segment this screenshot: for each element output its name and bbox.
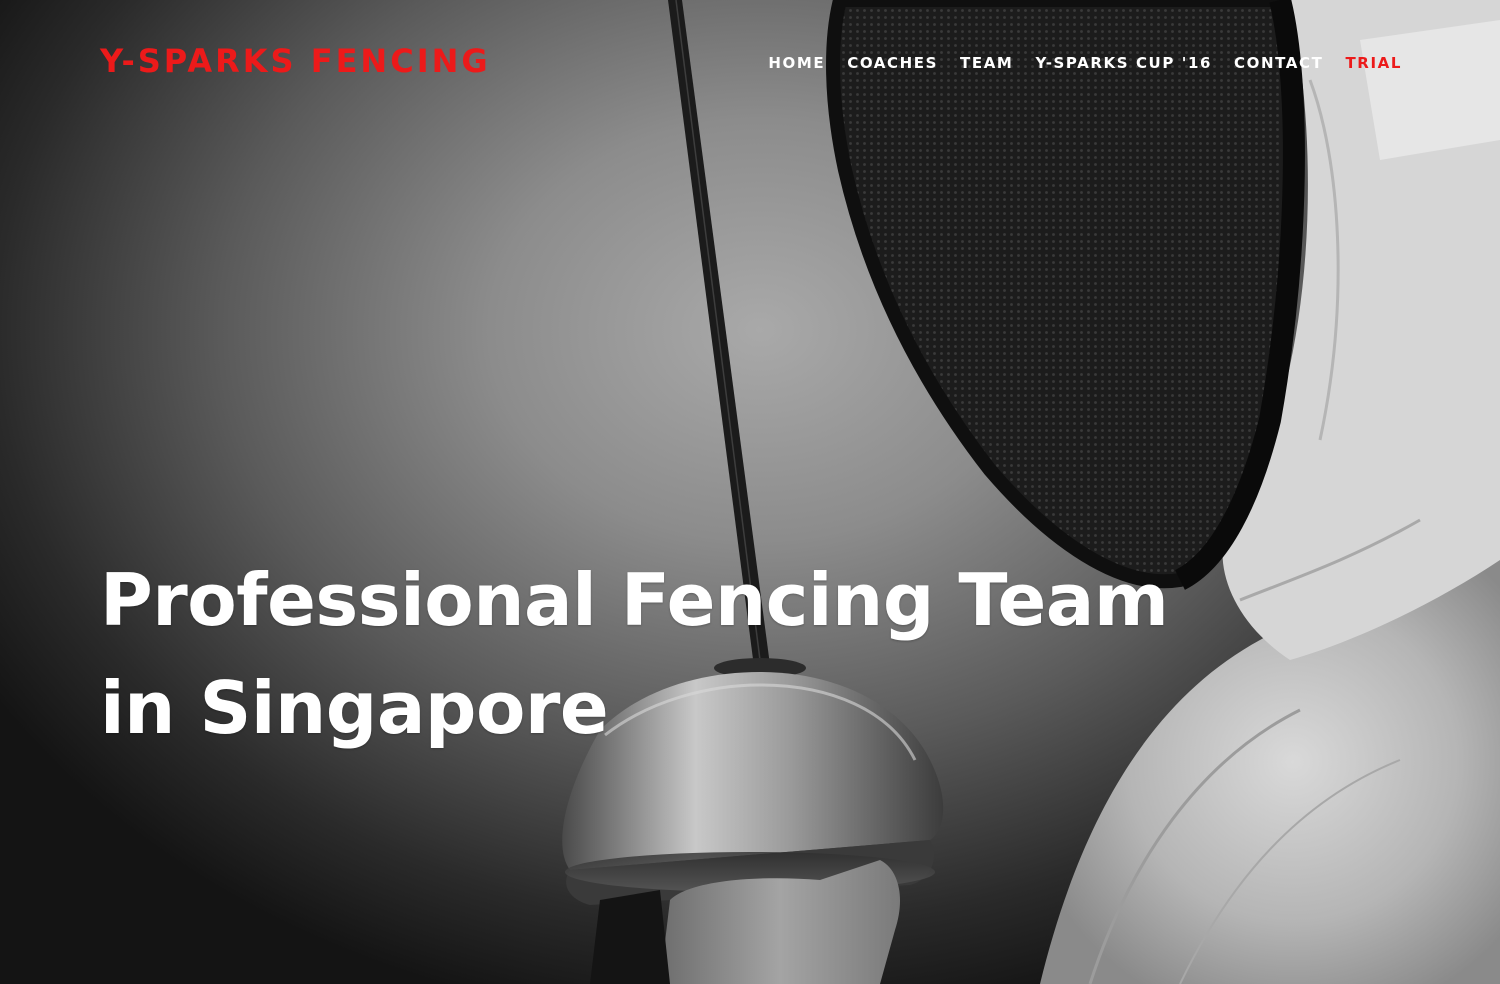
main-navigation: HOME COACHES TEAM Y-SPARKS CUP '16 CONTA…: [768, 54, 1402, 72]
hero-section: Y-SPARKS FENCING HOME COACHES TEAM Y-SPA…: [0, 0, 1500, 984]
nav-link-contact[interactable]: CONTACT: [1234, 54, 1323, 72]
nav-link-y-sparks-cup[interactable]: Y-SPARKS CUP '16: [1035, 54, 1212, 72]
nav-link-trial[interactable]: TRIAL: [1345, 54, 1402, 72]
hero-headline-line-1: Professional Fencing Team: [100, 558, 1169, 642]
nav-link-team[interactable]: TEAM: [960, 54, 1013, 72]
site-logo[interactable]: Y-SPARKS FENCING: [100, 42, 491, 80]
site-header: Y-SPARKS FENCING HOME COACHES TEAM Y-SPA…: [0, 0, 1500, 130]
hero-headline: Professional Fencing Team in Singapore: [100, 546, 1220, 762]
hero-background-image: [562, 0, 1500, 984]
nav-link-home[interactable]: HOME: [768, 54, 825, 72]
hero-headline-line-2: in Singapore: [100, 666, 609, 750]
nav-link-coaches[interactable]: COACHES: [847, 54, 938, 72]
